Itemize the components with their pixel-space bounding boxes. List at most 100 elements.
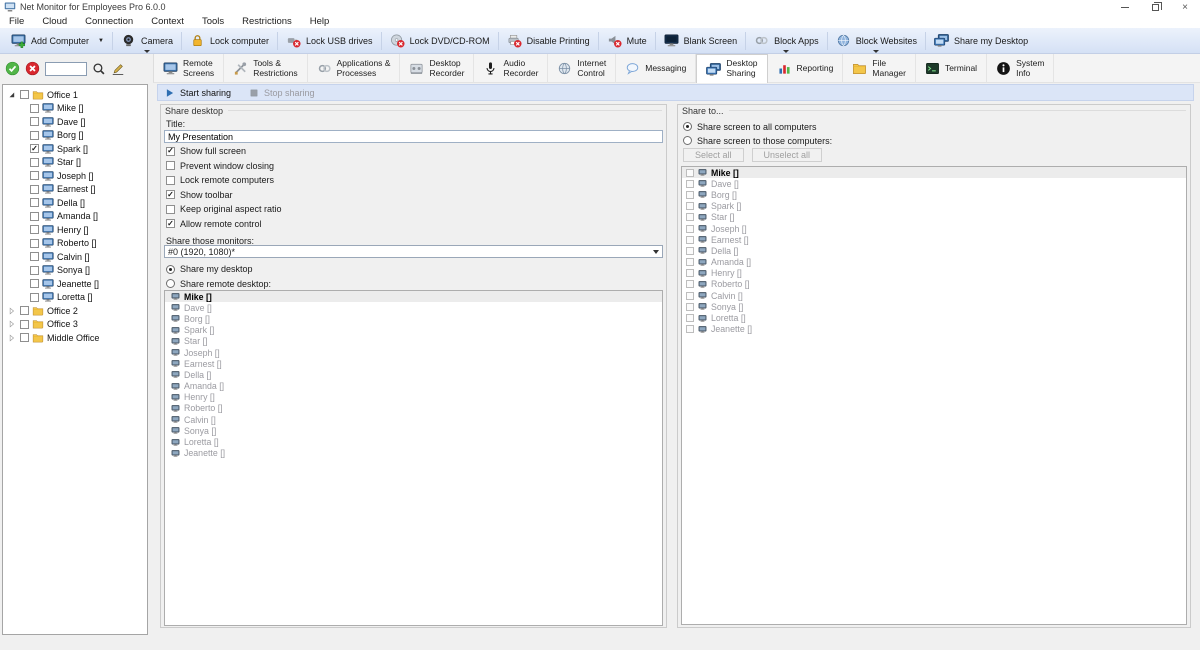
computer-checkbox[interactable] xyxy=(686,269,694,277)
menu-context[interactable]: Context xyxy=(142,16,193,27)
computer-checkbox[interactable] xyxy=(686,169,694,177)
tree-computer-joseph[interactable]: Joseph [] xyxy=(3,169,147,183)
list-item-jeanette[interactable]: Jeanette [] xyxy=(165,448,662,459)
tab-terminal[interactable]: Terminal xyxy=(916,54,987,83)
lock-dvd-cd-rom-button[interactable]: Lock DVD/CD-ROM xyxy=(382,29,498,53)
list-item-amanda[interactable]: Amanda [] xyxy=(682,257,1186,268)
computer-checkbox[interactable] xyxy=(30,131,39,140)
tree-computer-star[interactable]: Star [] xyxy=(3,156,147,170)
computer-checkbox[interactable] xyxy=(30,212,39,221)
list-item-mike[interactable]: Mike [] xyxy=(682,167,1186,178)
computer-checkbox[interactable] xyxy=(686,303,694,311)
option-keep-original-aspect-ratio[interactable]: Keep original aspect ratio xyxy=(166,202,282,217)
computer-checkbox[interactable] xyxy=(30,185,39,194)
expanded-arrow-icon[interactable] xyxy=(7,90,17,100)
list-item-borg[interactable]: Borg [] xyxy=(682,189,1186,200)
tab-messaging[interactable]: Messaging xyxy=(616,54,696,83)
tab-internet-control[interactable]: InternetControl xyxy=(548,54,616,83)
tree-computer-calvin[interactable]: Calvin [] xyxy=(3,250,147,264)
computer-checkbox[interactable] xyxy=(30,171,39,180)
collapsed-arrow-icon[interactable] xyxy=(7,319,17,329)
tree-computer-jeanette[interactable]: Jeanette [] xyxy=(3,277,147,291)
share-my-desktop-radio[interactable]: Share my desktop xyxy=(166,264,253,274)
list-item-della[interactable]: Della [] xyxy=(682,245,1186,256)
disconnect-x-button[interactable] xyxy=(25,61,40,76)
option-checkbox[interactable]: ✓ xyxy=(166,219,175,228)
tree-computer-spark[interactable]: ✓Spark [] xyxy=(3,142,147,156)
tree-computer-dave[interactable]: Dave [] xyxy=(3,115,147,129)
tab-desktop-recorder[interactable]: DesktopRecorder xyxy=(400,54,474,83)
option-checkbox[interactable] xyxy=(166,161,175,170)
block-apps-button[interactable]: Block Apps xyxy=(746,29,827,53)
search-input[interactable] xyxy=(45,62,87,76)
list-item-calvin[interactable]: Calvin [] xyxy=(682,290,1186,301)
computer-checkbox[interactable] xyxy=(686,314,694,322)
list-item-roberto[interactable]: Roberto [] xyxy=(682,279,1186,290)
tree-folder-office-2[interactable]: Office 2 xyxy=(3,304,147,318)
start-sharing-button[interactable]: Start sharing xyxy=(165,88,231,98)
tree-folder-office-1[interactable]: Office 1 xyxy=(3,88,147,102)
tab-system-info[interactable]: SystemInfo xyxy=(987,54,1054,83)
list-item-earnest[interactable]: Earnest [] xyxy=(165,358,662,369)
computer-checkbox[interactable] xyxy=(686,325,694,333)
list-item-mike[interactable]: Mike [] xyxy=(165,291,662,302)
tab-applications-processes[interactable]: Applications &Processes xyxy=(308,54,401,83)
computer-checkbox[interactable] xyxy=(686,236,694,244)
share-remote-desktop-radio[interactable]: Share remote desktop: xyxy=(166,279,271,289)
option-show-full-screen[interactable]: ✓Show full screen xyxy=(166,144,282,159)
menu-help[interactable]: Help xyxy=(301,16,339,27)
tab-reporting[interactable]: Reporting xyxy=(768,54,844,83)
option-show-toolbar[interactable]: ✓Show toolbar xyxy=(166,188,282,203)
list-item-sonya[interactable]: Sonya [] xyxy=(165,425,662,436)
list-item-earnest[interactable]: Earnest [] xyxy=(682,234,1186,245)
computer-checkbox[interactable] xyxy=(30,252,39,261)
tree-computer-sonya[interactable]: Sonya [] xyxy=(3,264,147,278)
computer-checkbox[interactable] xyxy=(686,292,694,300)
tree-computer-earnest[interactable]: Earnest [] xyxy=(3,183,147,197)
computer-checkbox[interactable] xyxy=(30,266,39,275)
computer-checkbox[interactable] xyxy=(30,293,39,302)
option-checkbox[interactable]: ✓ xyxy=(166,147,175,156)
list-item-joseph[interactable]: Joseph [] xyxy=(682,223,1186,234)
menu-restrictions[interactable]: Restrictions xyxy=(233,16,301,27)
tree-computer-roberto[interactable]: Roberto [] xyxy=(3,237,147,251)
edit-icon[interactable] xyxy=(111,62,125,76)
monitor-select[interactable]: #0 (1920, 1080)* xyxy=(164,245,663,258)
computer-checkbox[interactable] xyxy=(686,191,694,199)
add-computer-button[interactable]: Add Computer▼ xyxy=(3,29,112,53)
stop-sharing-button[interactable]: Stop sharing xyxy=(249,88,315,98)
menu-cloud[interactable]: Cloud xyxy=(33,16,76,27)
tree-computer-henry[interactable]: Henry [] xyxy=(3,223,147,237)
share-my-desktop-button[interactable]: Share my Desktop xyxy=(926,29,1036,53)
computer-checkbox[interactable]: ✓ xyxy=(30,144,39,153)
folder-checkbox[interactable] xyxy=(20,306,29,315)
tree-folder-middle-office[interactable]: Middle Office xyxy=(3,331,147,345)
presentation-title-input[interactable] xyxy=(164,130,663,143)
collapsed-arrow-icon[interactable] xyxy=(7,333,17,343)
tree-computer-loretta[interactable]: Loretta [] xyxy=(3,291,147,305)
share-to-computer-list[interactable]: Mike []Dave []Borg []Spark []Star []Jose… xyxy=(681,166,1187,625)
computer-checkbox[interactable] xyxy=(686,180,694,188)
computer-checkbox[interactable] xyxy=(686,280,694,288)
collapsed-arrow-icon[interactable] xyxy=(7,306,17,316)
folder-checkbox[interactable] xyxy=(20,333,29,342)
list-item-spark[interactable]: Spark [] xyxy=(165,325,662,336)
list-item-della[interactable]: Della [] xyxy=(165,369,662,380)
tab-desktop-sharing[interactable]: DesktopSharing xyxy=(696,54,767,83)
folder-checkbox[interactable] xyxy=(20,320,29,329)
lock-usb-drives-button[interactable]: Lock USB drives xyxy=(278,29,381,53)
option-prevent-window-closing[interactable]: Prevent window closing xyxy=(166,159,282,174)
maximize-button[interactable] xyxy=(1140,0,1170,14)
folder-checkbox[interactable] xyxy=(20,90,29,99)
list-item-amanda[interactable]: Amanda [] xyxy=(165,381,662,392)
list-item-henry[interactable]: Henry [] xyxy=(682,268,1186,279)
list-item-spark[interactable]: Spark [] xyxy=(682,201,1186,212)
list-item-dave[interactable]: Dave [] xyxy=(682,178,1186,189)
computer-checkbox[interactable] xyxy=(686,247,694,255)
list-item-sonya[interactable]: Sonya [] xyxy=(682,301,1186,312)
connect-check-button[interactable] xyxy=(5,61,20,76)
computer-checkbox[interactable] xyxy=(30,104,39,113)
list-item-jeanette[interactable]: Jeanette [] xyxy=(682,324,1186,335)
tree-computer-della[interactable]: Della [] xyxy=(3,196,147,210)
tab-tools-restrictions[interactable]: Tools &Restrictions xyxy=(224,54,307,83)
